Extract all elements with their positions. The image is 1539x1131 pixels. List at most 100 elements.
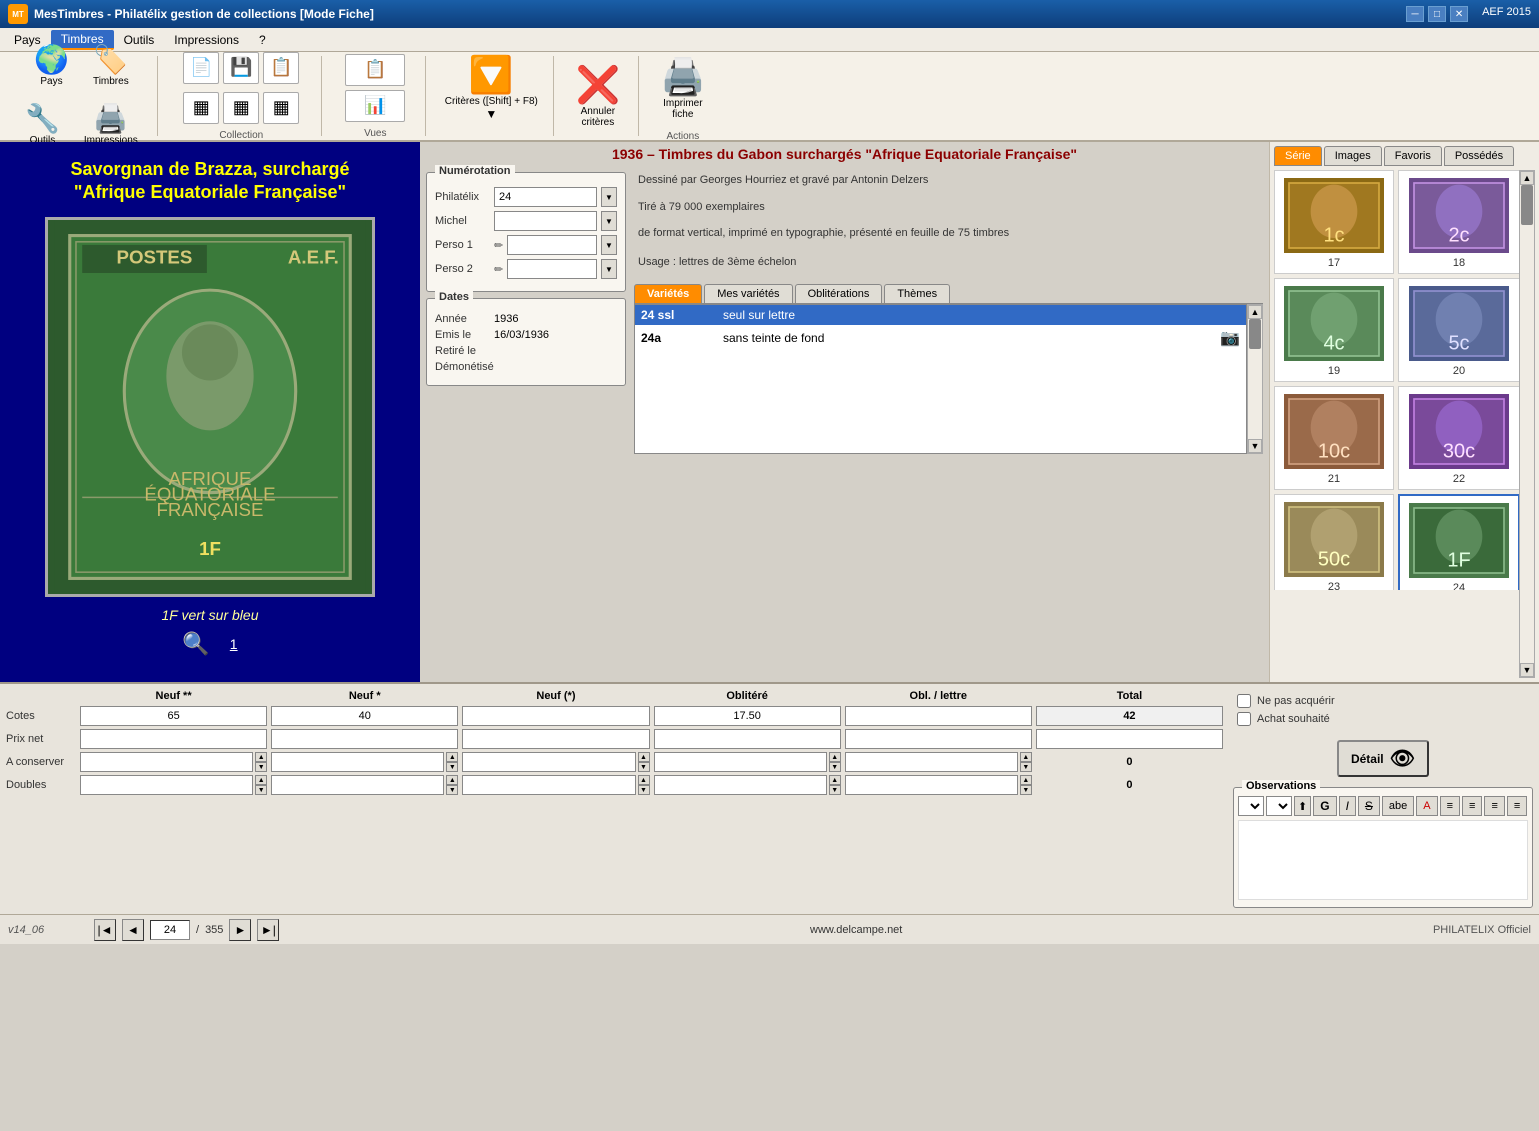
vues-btn2[interactable]: 📊 — [345, 90, 405, 122]
obs-color-btn[interactable]: A — [1416, 796, 1437, 816]
thumb-scroll-down[interactable]: ▼ — [1520, 663, 1534, 677]
doubles-neuf0[interactable] — [462, 775, 635, 795]
aconserver-obll-down[interactable]: ▼ — [1020, 762, 1032, 772]
aconserver-obl-up[interactable]: ▲ — [829, 752, 841, 762]
collection-open-button[interactable]: 💾 — [223, 52, 259, 84]
thumb-item-20[interactable]: 5c 20 — [1398, 278, 1519, 382]
thumb-item-21[interactable]: 10c 21 — [1274, 386, 1394, 490]
annuler-button[interactable]: ❌ Annulercritères — [568, 59, 628, 133]
collection-grid3-button[interactable]: ▦ — [263, 92, 299, 124]
scroll-down-arrow[interactable]: ▼ — [1248, 439, 1262, 453]
menu-impressions[interactable]: Impressions — [164, 31, 249, 49]
prix-neuf0[interactable] — [462, 729, 649, 749]
cotes-neuf1[interactable] — [271, 706, 458, 726]
menu-help[interactable]: ? — [249, 31, 276, 49]
obs-bold-btn[interactable]: G — [1313, 796, 1336, 816]
variety-row-1[interactable]: 24a sans teinte de fond 📷 — [635, 325, 1246, 351]
cotes-obl-lettre[interactable] — [845, 706, 1032, 726]
thumb-tab-images[interactable]: Images — [1324, 146, 1382, 166]
prix-obl-lettre[interactable] — [845, 729, 1032, 749]
cotes-oblitere[interactable] — [654, 706, 841, 726]
doubles-obl-down[interactable]: ▼ — [829, 785, 841, 795]
scroll-thumb[interactable] — [1249, 319, 1261, 349]
michel-input[interactable] — [494, 211, 597, 231]
tab-obliterations[interactable]: Oblitérations — [795, 284, 883, 303]
collection-new-button[interactable]: 📄 — [183, 52, 219, 84]
stamp-number-link[interactable]: 1 — [230, 636, 238, 652]
cotes-neuf2[interactable] — [80, 706, 267, 726]
stamp-image[interactable]: POSTES A.E.F. AFRIQUE ÉQUATORIALE FRANÇA… — [45, 217, 375, 597]
thumb-tab-possedes[interactable]: Possédés — [1444, 146, 1514, 166]
obs-font-select[interactable] — [1238, 796, 1264, 816]
thumb-item-23[interactable]: 50c 23 — [1274, 494, 1394, 590]
obs-align-right-btn[interactable]: ≡ — [1484, 796, 1504, 816]
obs-align-justify-btn[interactable]: ≡ — [1507, 796, 1527, 816]
achat-souhaite-checkbox[interactable] — [1237, 712, 1251, 726]
nav-next-button[interactable]: ► — [229, 919, 251, 941]
aconserver-obll[interactable] — [845, 752, 1018, 772]
philatelix-dropdown[interactable]: ▼ — [601, 187, 617, 207]
aconserver-neuf2-up[interactable]: ▲ — [255, 752, 267, 762]
obs-size-select[interactable] — [1266, 796, 1292, 816]
collection-grid2-button[interactable]: ▦ — [223, 92, 259, 124]
obs-align-center-btn[interactable]: ≡ — [1462, 796, 1482, 816]
thumb-scroll-up[interactable]: ▲ — [1520, 171, 1534, 185]
variety-scrollbar[interactable]: ▲ ▼ — [1247, 304, 1263, 454]
collection-grid1-button[interactable]: ▦ — [183, 92, 219, 124]
thumb-tab-favoris[interactable]: Favoris — [1384, 146, 1442, 166]
aconserver-neuf1-down[interactable]: ▼ — [446, 762, 458, 772]
ne-pas-acquerir-checkbox[interactable] — [1237, 694, 1251, 708]
thumb-item-18[interactable]: 2c 18 — [1398, 170, 1519, 274]
zoom-icon[interactable]: 🔍 — [182, 631, 209, 657]
doubles-neuf0-up[interactable]: ▲ — [638, 775, 650, 785]
aconserver-neuf0[interactable] — [462, 752, 635, 772]
aconserver-neuf2-down[interactable]: ▼ — [255, 762, 267, 772]
doubles-neuf1-up[interactable]: ▲ — [446, 775, 458, 785]
criteres-button[interactable]: 🔽 Critères ([Shift] + F8) ▼ — [440, 49, 543, 126]
thumb-scroll-thumb[interactable] — [1521, 185, 1533, 225]
doubles-neuf2-down[interactable]: ▼ — [255, 785, 267, 795]
obs-align-left-btn[interactable]: ≡ — [1440, 796, 1460, 816]
doubles-neuf1-down[interactable]: ▼ — [446, 785, 458, 795]
collection-doc-button[interactable]: 📋 — [263, 52, 299, 84]
nav-current-input[interactable] — [150, 920, 190, 940]
doubles-obl-up[interactable]: ▲ — [829, 775, 841, 785]
prix-oblitere[interactable] — [654, 729, 841, 749]
close-button[interactable]: ✕ — [1450, 6, 1468, 22]
doubles-neuf2-up[interactable]: ▲ — [255, 775, 267, 785]
thumbnail-scrollbar[interactable]: ▲ ▼ — [1519, 170, 1535, 678]
nav-prev-button[interactable]: ◄ — [122, 919, 144, 941]
aconserver-neuf0-up[interactable]: ▲ — [638, 752, 650, 762]
prix-neuf2[interactable] — [80, 729, 267, 749]
perso2-pencil-icon[interactable]: ✏ — [494, 263, 503, 276]
doubles-obll-up[interactable]: ▲ — [1020, 775, 1032, 785]
minimize-button[interactable]: ─ — [1406, 6, 1424, 22]
cotes-total[interactable] — [1036, 706, 1223, 726]
michel-dropdown[interactable]: ▼ — [601, 211, 617, 231]
variety-row-0[interactable]: 24 ssl seul sur lettre — [635, 305, 1246, 325]
aconserver-neuf0-down[interactable]: ▼ — [638, 762, 650, 772]
aconserver-obl[interactable] — [654, 752, 827, 772]
thumb-tab-serie[interactable]: Série — [1274, 146, 1322, 166]
thumb-item-24[interactable]: 1F 24 — [1398, 494, 1519, 590]
obs-italic-btn[interactable]: I — [1339, 796, 1356, 816]
aconserver-neuf1[interactable] — [271, 752, 444, 772]
tab-themes[interactable]: Thèmes — [884, 284, 950, 303]
perso2-input[interactable] — [507, 259, 597, 279]
aconserver-obll-up[interactable]: ▲ — [1020, 752, 1032, 762]
doubles-neuf1[interactable] — [271, 775, 444, 795]
prix-total[interactable] — [1036, 729, 1223, 749]
nav-first-button[interactable]: |◄ — [94, 919, 116, 941]
tab-varietes[interactable]: Variétés — [634, 284, 702, 303]
obs-code-btn[interactable]: abe — [1382, 796, 1414, 816]
obs-updown-btn[interactable]: ⬆ — [1294, 796, 1311, 816]
scroll-up-arrow[interactable]: ▲ — [1248, 305, 1262, 319]
perso2-dropdown[interactable]: ▼ — [601, 259, 617, 279]
perso1-pencil-icon[interactable]: ✏ — [494, 239, 503, 252]
imprimer-button[interactable]: 🖨️ Imprimerfiche — [653, 51, 713, 125]
toolbar-timbres-button[interactable]: 🏷️ Timbres — [84, 41, 138, 92]
aconserver-obl-down[interactable]: ▼ — [829, 762, 841, 772]
obs-strikethrough-btn[interactable]: S — [1358, 796, 1380, 816]
aconserver-neuf2[interactable] — [80, 752, 253, 772]
thumb-item-19[interactable]: 4c 19 — [1274, 278, 1394, 382]
